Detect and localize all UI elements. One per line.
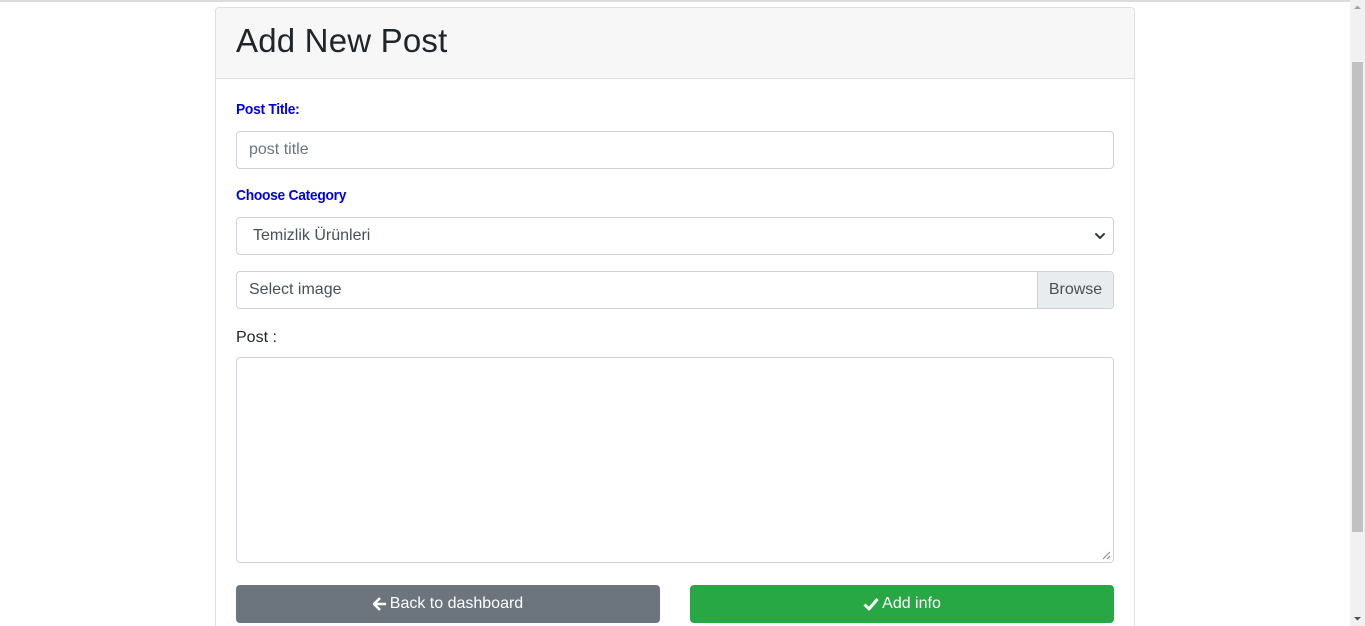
add-button-label: Add info <box>882 595 941 612</box>
post-title-input[interactable] <box>236 131 1114 169</box>
image-file-label: Select image <box>249 281 342 298</box>
post-body-textarea[interactable] <box>236 357 1114 563</box>
add-info-button[interactable]: Add info <box>690 585 1114 623</box>
top-divider <box>0 0 1350 2</box>
check-icon <box>863 598 879 611</box>
resize-grip-icon[interactable] <box>1102 551 1111 560</box>
add-post-card: Add New Post Post Title: Choose Category… <box>215 7 1135 626</box>
arrow-left-icon <box>372 597 386 611</box>
page-title: Add New Post <box>236 22 448 59</box>
category-select[interactable]: Temizlik Ürünleri <box>236 217 1114 255</box>
browse-button[interactable]: Browse <box>1037 272 1113 308</box>
scroll-up-icon[interactable] <box>1350 0 1365 15</box>
chevron-down-icon <box>1095 233 1105 239</box>
vertical-scrollbar[interactable] <box>1350 0 1365 626</box>
scrollbar-thumb[interactable] <box>1352 62 1363 532</box>
post-title-label: Post Title: <box>236 101 300 118</box>
category-selected-value: Temizlik Ürünleri <box>253 227 371 244</box>
category-label: Choose Category <box>236 187 347 204</box>
post-body-label: Post : <box>236 329 277 346</box>
back-button-label: Back to dashboard <box>389 595 524 612</box>
card-header: Add New Post <box>216 8 1134 79</box>
page-viewport: Add New Post Post Title: Choose Category… <box>0 0 1350 626</box>
back-to-dashboard-button[interactable]: Back to dashboard <box>236 585 660 623</box>
image-file-input[interactable]: Select image Browse <box>236 271 1114 309</box>
scroll-down-icon[interactable] <box>1350 611 1365 626</box>
